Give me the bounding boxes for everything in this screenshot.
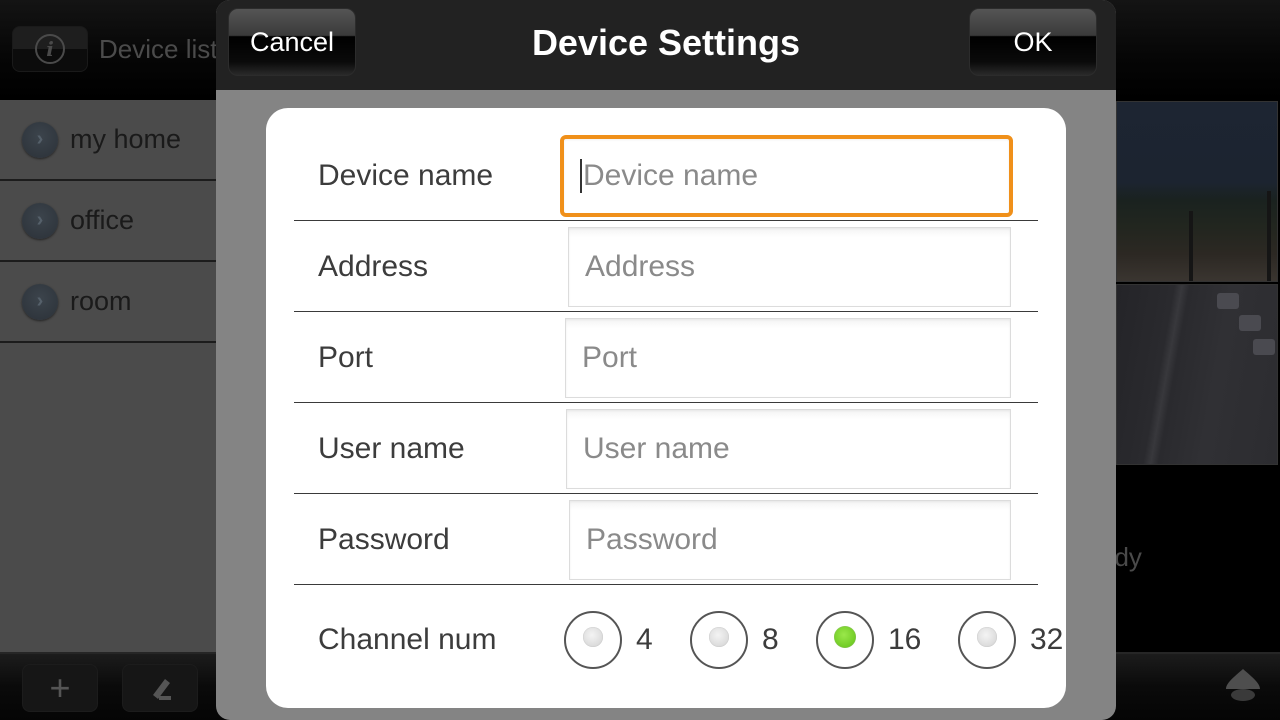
- form-row-user-name: User name User name: [294, 403, 1038, 494]
- video-feed-tile[interactable]: [1116, 101, 1278, 282]
- port-label: Port: [318, 341, 374, 374]
- channel-option-4[interactable]: 4: [564, 610, 678, 669]
- channel-option-8[interactable]: 8: [690, 610, 804, 669]
- password-input[interactable]: Password: [569, 500, 1011, 580]
- address-placeholder: Address: [585, 250, 696, 283]
- pencil-icon: [153, 679, 171, 700]
- video-feed-tile[interactable]: [1116, 284, 1278, 465]
- form-row-device-name: Device name Device name: [294, 130, 1038, 221]
- port-input[interactable]: Port: [565, 318, 1011, 398]
- channel-option-label: 16: [888, 622, 922, 656]
- device-name-input[interactable]: Device name: [560, 135, 1013, 217]
- device-list-item[interactable]: › room: [0, 262, 216, 343]
- device-list: › my home › office › room: [0, 100, 216, 652]
- address-input[interactable]: Address: [568, 227, 1011, 307]
- user-name-label: User name: [318, 432, 465, 465]
- channel-option-label: 4: [636, 622, 653, 656]
- plus-icon: +: [49, 667, 71, 708]
- cloud-icon[interactable]: [1224, 667, 1262, 703]
- radio-indicator-selected: [834, 625, 856, 648]
- device-name-placeholder: Device name: [583, 159, 759, 192]
- edit-button[interactable]: [122, 664, 198, 712]
- radio-indicator: [977, 626, 997, 647]
- password-label: Password: [318, 523, 450, 556]
- radio-button[interactable]: [564, 610, 622, 669]
- address-label: Address: [318, 250, 429, 283]
- settings-form: Device name Device name Address Address …: [266, 108, 1066, 708]
- channel-radio-group: 4 8 16 32: [564, 594, 1084, 685]
- user-name-input[interactable]: User name: [566, 409, 1011, 489]
- device-name: office: [70, 205, 135, 235]
- car-shape: [1217, 293, 1239, 309]
- channel-num-label: Channel num: [318, 623, 497, 656]
- form-row-address: Address Address: [294, 221, 1038, 312]
- chevron-right-icon: ›: [22, 121, 58, 158]
- dialog-header: Cancel Device Settings OK: [216, 0, 1116, 90]
- car-shape: [1239, 315, 1261, 331]
- device-name: room: [70, 286, 132, 316]
- channel-option-16[interactable]: 16: [816, 610, 946, 669]
- channel-option-label: 32: [1030, 622, 1064, 656]
- port-placeholder: Port: [582, 341, 638, 374]
- channel-option-32[interactable]: 32: [958, 610, 1072, 669]
- chevron-right-icon: ›: [22, 202, 58, 239]
- channel-option-label: 8: [762, 622, 779, 656]
- add-device-button[interactable]: +: [22, 664, 98, 712]
- tree-shape: [1267, 191, 1271, 281]
- device-list-item[interactable]: › office: [0, 181, 216, 262]
- screen: i Device list › my home › office › room …: [0, 0, 1280, 720]
- info-button[interactable]: i: [12, 26, 88, 72]
- form-row-password: Password Password: [294, 494, 1038, 585]
- radio-indicator: [583, 626, 603, 647]
- tree-shape: [1189, 211, 1193, 281]
- form-row-channel-num: Channel num 4 8 16 32: [294, 594, 1063, 685]
- device-settings-dialog: Cancel Device Settings OK Device name De…: [216, 0, 1116, 720]
- car-shape: [1253, 339, 1275, 355]
- radio-button[interactable]: [816, 610, 874, 669]
- info-icon: i: [35, 34, 65, 64]
- user-name-placeholder: User name: [583, 432, 730, 465]
- password-placeholder: Password: [586, 523, 718, 556]
- ok-button[interactable]: OK: [969, 8, 1097, 76]
- radio-button[interactable]: [958, 610, 1016, 669]
- device-name-label: Device name: [318, 159, 494, 192]
- radio-button[interactable]: [690, 610, 748, 669]
- chevron-right-icon: ›: [22, 283, 58, 320]
- form-row-port: Port Port: [294, 312, 1038, 403]
- text-caret: [580, 159, 582, 193]
- device-name: my home: [70, 124, 182, 154]
- radio-indicator: [709, 626, 729, 647]
- app-title: Device list: [99, 34, 218, 64]
- device-list-item[interactable]: › my home: [0, 100, 216, 181]
